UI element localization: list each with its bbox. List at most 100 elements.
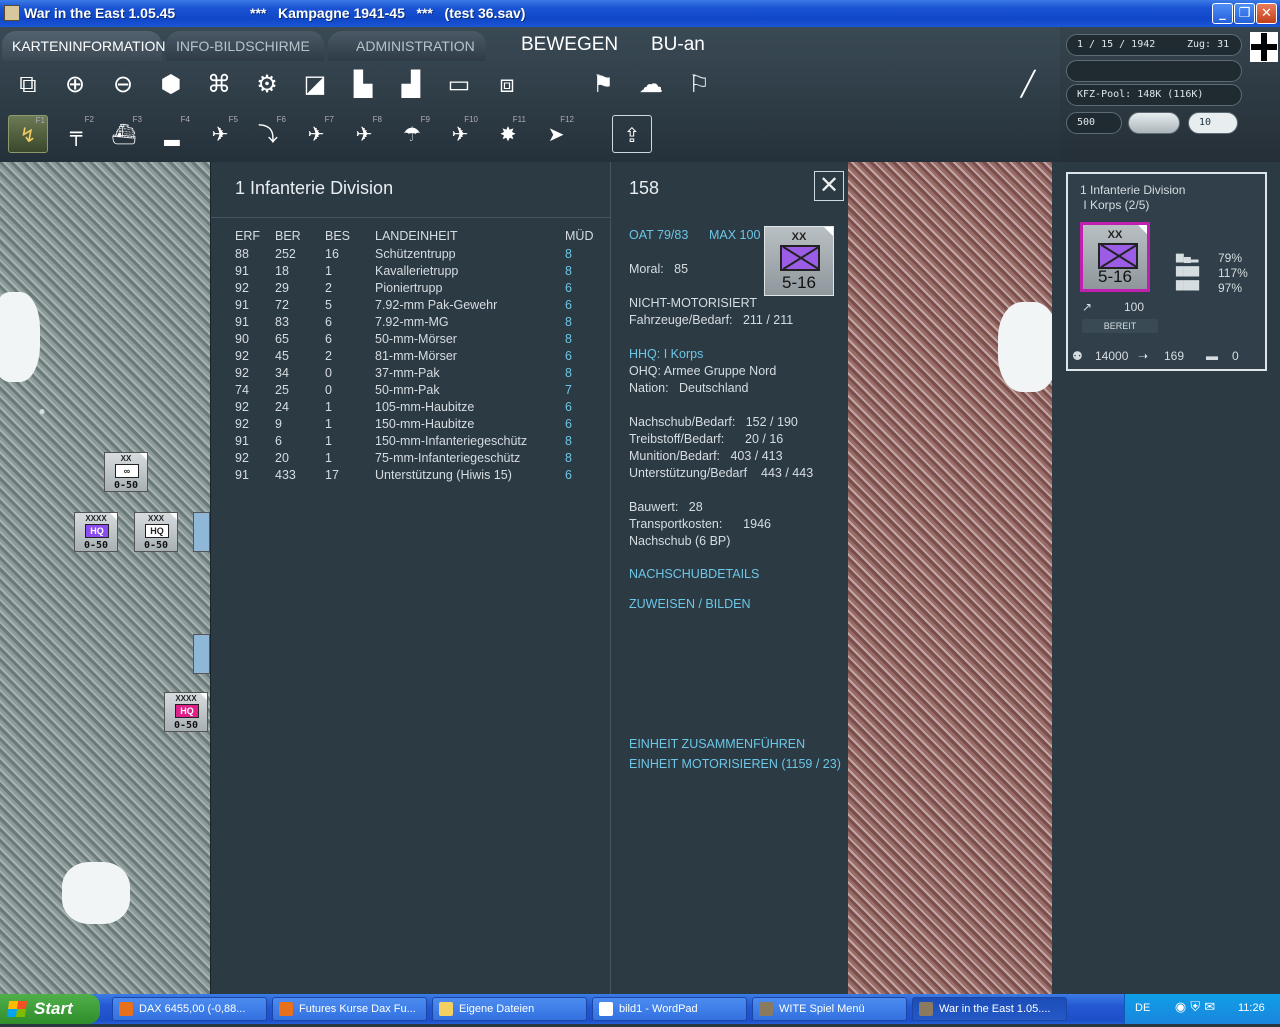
air-interdict-icon[interactable]: ✈ F8 [344,115,384,153]
unit-detail-dialog: 1 Infanterie Division 158 ✕ ERF BER BES … [210,162,848,994]
header-erf: ERF [235,229,260,243]
table-header-row: ERF BER BES LANDEINHEIT MÜD [235,227,605,245]
language-indicator[interactable]: DE [1135,1002,1150,1014]
cell-ber: 433 [275,467,296,482]
unit-counter[interactable]: XX 5-16 [764,226,834,296]
taskbar-item-wordpad[interactable]: bild1 - WordPad [592,997,747,1021]
factory-icon[interactable]: ▟ [391,65,431,103]
air-attack-icon[interactable]: ✈ F5 [200,115,240,153]
bombard-icon[interactable]: ✸ F11 [488,115,528,153]
zoc-icon[interactable]: ⌘ [199,65,239,103]
flag-icon[interactable]: ⚐ [679,65,719,103]
table-row[interactable]: 90 65 6 50-mm-Mörser 8 [235,330,605,347]
taskbar-item-wite-menu[interactable]: WITE Spiel Menü [752,997,907,1021]
table-row[interactable]: 92 9 1 150-mm-Haubitze 6 [235,415,605,432]
air-bomb-icon[interactable]: ✈ F10 [440,115,480,153]
overlay-icon[interactable]: ⧈ [487,65,527,103]
unit-stack-icon[interactable]: ⧉ [8,65,48,103]
table-row[interactable]: 91 83 6 7.92-mm-MG 8 [235,313,605,330]
map-unit-counter-partial[interactable] [193,512,210,552]
motorize-unit-link[interactable]: EINHEIT MOTORISIEREN (1159 / 23) [629,757,841,771]
table-row[interactable]: 92 45 2 81-mm-Mörser 6 [235,347,605,364]
table-row[interactable]: 91 72 5 7.92-mm Pak-Gewehr 6 [235,296,605,313]
cell-erf: 91 [235,433,249,448]
cell-erf: 91 [235,297,249,312]
tab-info-bildschirme[interactable]: INFO-BILDSCHIRME [166,31,324,61]
line-tool-icon[interactable]: ╱ [1008,65,1048,103]
close-window-button[interactable]: ✕ [1256,3,1277,24]
zoom-in-icon[interactable]: ⊕ [55,65,95,103]
hhq-link[interactable]: HHQ: I Korps [629,347,703,361]
nation-value: Nation: Deutschland [629,381,749,395]
start-button[interactable]: Start [0,994,100,1024]
air-recon-icon[interactable]: ✈ F7 [296,115,336,153]
hex-display-icon[interactable]: ⬢ [151,65,191,103]
rail-mode-icon[interactable]: ╤ F2 [56,115,96,153]
side-unit-counter[interactable]: XX 5-16 [1080,222,1150,292]
map-hq-counter[interactable]: XXXX HQ 0-50 [164,692,208,732]
map-hq-counter[interactable]: XXX HQ 0-50 [134,512,178,552]
cell-erf: 92 [235,365,249,380]
map-unit-counter-partial[interactable] [193,634,210,674]
weather-icon[interactable]: ☁ [631,65,671,103]
assign-build-link[interactable]: ZUWEISEN / BILDEN [629,597,751,611]
turn-info-panel: 1 / 15 / 1942 Zug: 31 KFZ-Pool: 148K (116… [1060,27,1280,162]
map-area-left[interactable]: XX ∞ 0-50 XXXX HQ 0-50 XXX HQ 0-50 XXXX … [0,162,210,994]
supply-details-link[interactable]: NACHSCHUBDETAILS [629,567,759,581]
settings-gear-icon[interactable]: ⚙ [247,65,287,103]
table-row[interactable]: 92 34 0 37-mm-Pak 8 [235,364,605,381]
airborne-icon[interactable]: ☂ F9 [392,115,432,153]
unit-title: 1 Infanterie Division [235,178,394,198]
counter-info-icon[interactable]: ▙ [343,65,383,103]
table-row[interactable]: 88 252 16 Schützentrupp 8 [235,245,605,262]
tab-karteninformation[interactable]: KARTENINFORMATION [2,31,166,61]
taskbar-item-war-in-the-east[interactable]: War in the East 1.05.... [912,997,1067,1021]
tab-administration[interactable]: ADMINISTRATION [328,31,486,61]
minimize-button[interactable]: _ [1212,3,1233,24]
upload-icon[interactable]: ⇪ [612,115,652,153]
cell-erf: 74 [235,382,249,397]
men-icon: ⚉ [1072,349,1083,363]
move-mode-icon[interactable]: ↯ F1 [8,115,48,153]
map-area-right[interactable] [848,162,1058,994]
cell-bes: 1 [325,450,332,465]
cell-mued: 6 [565,416,572,431]
cell-mued: 6 [565,297,572,312]
table-row[interactable]: 91 6 1 150-mm-Infanteriegeschütz 8 [235,432,605,449]
cell-erf: 88 [235,246,249,261]
snow-patch [62,862,130,924]
table-row[interactable]: 74 25 0 50-mm-Pak 7 [235,381,605,398]
naval-transport-icon[interactable]: ▂ F4 [152,115,192,153]
naval-mode-icon[interactable]: ⛴ F3 [104,115,144,153]
taskbar-item-futures[interactable]: Futures Kurse Dax Fu... [272,997,427,1021]
header-bes: BES [325,229,351,243]
next-unit-icon[interactable]: ➤ F12 [536,115,576,153]
table-row[interactable]: 91 433 17 Unterstützung (Hiwis 15) 6 [235,466,605,483]
table-row[interactable]: 92 20 1 75-mm-Infanteriegeschütz 8 [235,449,605,466]
flag-arrow-icon[interactable]: ⚑ [583,65,623,103]
cell-ber: 25 [275,382,289,397]
merge-unit-link[interactable]: EINHEIT ZUSAMMENFÜHREN [629,737,805,751]
taskbar-item-eigene-dateien[interactable]: Eigene Dateien [432,997,587,1021]
unit-side-panel: 1 Infanterie Division I Korps (2/5) XX 5… [1052,162,1280,994]
cell-landeinheit: 150-mm-Haubitze [375,416,475,431]
close-dialog-button[interactable]: ✕ [814,171,844,201]
table-row[interactable]: 92 29 2 Pioniertrupp 6 [235,279,605,296]
table-row[interactable]: 91 18 1 Kavallerietrupp 8 [235,262,605,279]
taskbar-item-dax[interactable]: DAX 6455,00 (-0,88... [112,997,267,1021]
window-rect-icon[interactable]: ▭ [439,65,479,103]
cell-bes: 2 [325,348,332,363]
selected-unit-card[interactable]: 1 Infanterie Division I Korps (2/5) XX 5… [1066,172,1267,371]
cell-ber: 83 [275,314,289,329]
table-row[interactable]: 92 24 1 105-mm-Haubitze 6 [235,398,605,415]
maximize-button[interactable]: ❐ [1234,3,1255,24]
zoom-out-icon[interactable]: ⊖ [103,65,143,103]
cell-landeinheit: 150-mm-Infanteriegeschütz [375,433,528,448]
map-hq-counter[interactable]: XXXX HQ 0-50 [74,512,118,552]
map-unit-counter[interactable]: XX ∞ 0-50 [104,452,148,492]
cell-bes: 1 [325,399,332,414]
cell-mued: 7 [565,382,572,397]
tray-icons[interactable]: ◉ ⛨ ✉ [1160,989,1230,1027]
unit-display-icon[interactable]: ◪ [295,65,335,103]
air-transfer-icon[interactable]: ⤵ F6 [248,115,288,153]
